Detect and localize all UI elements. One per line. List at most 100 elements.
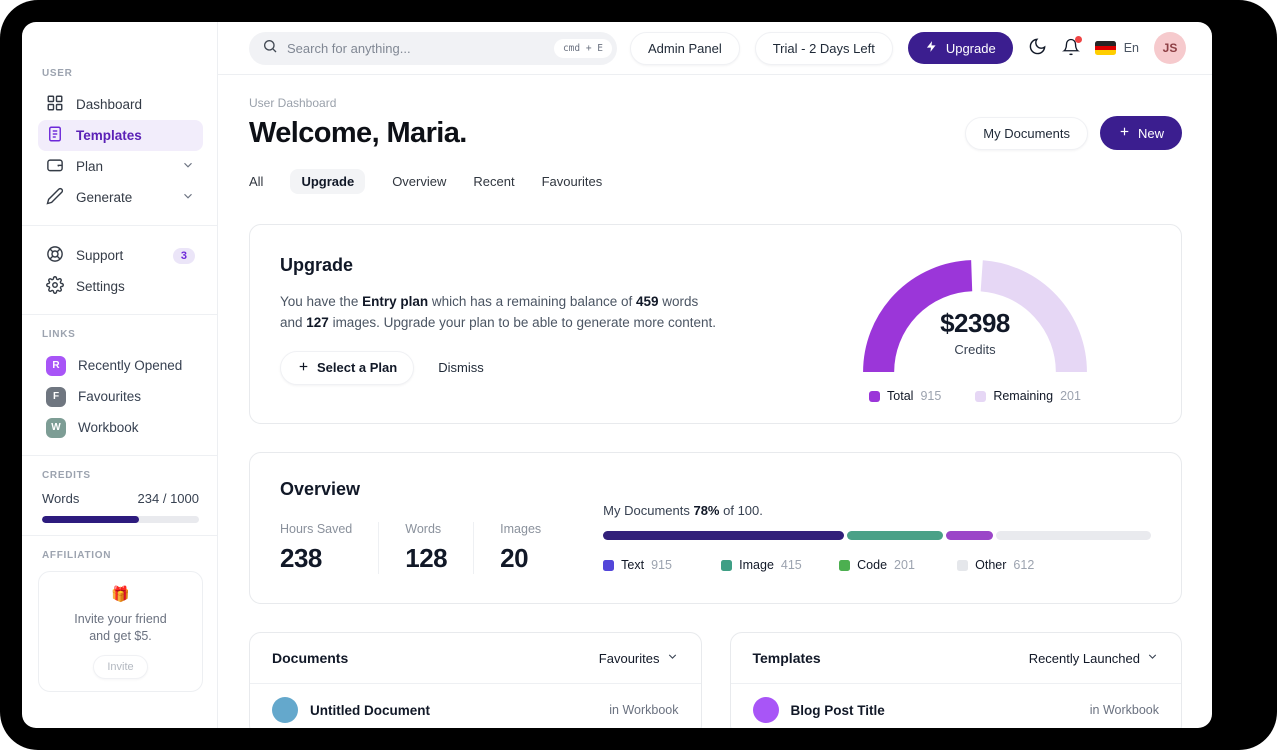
sidebar-section-credits: CREDITS — [42, 470, 91, 481]
credits-gauge: $2398 Credits Total 915 Remaining 201 — [845, 255, 1105, 403]
sidebar-link-favourites[interactable]: F Favourites — [38, 381, 203, 412]
template-row[interactable]: Blog Post Title in Workbook — [731, 684, 1182, 728]
sidebar-item-label: Generate — [76, 190, 133, 205]
notifications-button[interactable] — [1061, 35, 1082, 59]
chevron-down-icon — [181, 189, 195, 206]
document-row[interactable]: Untitled Document in Workbook — [250, 684, 701, 728]
divider — [22, 225, 217, 226]
topbar: cmd + E Admin Panel Trial - 2 Days Left … — [218, 22, 1212, 75]
sidebar-section-links: LINKS — [42, 329, 76, 340]
notification-dot — [1074, 35, 1082, 43]
gear-icon — [46, 276, 64, 297]
sidebar-item-support[interactable]: Support 3 — [38, 240, 203, 271]
divider — [22, 535, 217, 536]
credits-progress-bar — [42, 516, 199, 523]
sidebar-item-label: Settings — [76, 279, 125, 294]
link-initial-badge: F — [46, 386, 66, 407]
wallet-icon — [46, 156, 64, 177]
sidebar-link-label: Workbook — [78, 420, 139, 435]
legend-swatch — [975, 390, 987, 402]
app-window: USER Dashboard Templates Plan Generate S… — [22, 22, 1212, 728]
divider — [22, 314, 217, 315]
sidebar-item-settings[interactable]: Settings — [38, 271, 203, 302]
lightning-bolt-icon — [925, 40, 938, 56]
stat-images: Images 20 — [473, 522, 567, 574]
device-frame: USER Dashboard Templates Plan Generate S… — [0, 0, 1277, 750]
user-avatar[interactable]: JS — [1154, 32, 1186, 64]
overview-card-title: Overview — [280, 479, 361, 499]
gauge-value: $2398 — [940, 308, 1010, 338]
bar-segment-other — [995, 531, 1151, 540]
tab-overview[interactable]: Overview — [392, 169, 446, 194]
pencil-icon — [46, 187, 64, 208]
template-avatar — [752, 697, 779, 723]
documents-card: Documents Favourites Untitled Document i… — [249, 632, 702, 728]
trial-status-button[interactable]: Trial - 2 Days Left — [754, 31, 893, 65]
new-button[interactable]: New — [1099, 116, 1182, 150]
link-initial-badge: R — [46, 355, 66, 376]
legend-swatch — [839, 559, 851, 571]
invite-friend-card: 🎁 Invite your friend and get $5. Invite — [38, 571, 203, 692]
my-documents-button[interactable]: My Documents — [965, 116, 1088, 150]
select-plan-button[interactable]: Select a Plan — [280, 350, 415, 385]
documents-progress-label: My Documents 78% of 100. — [603, 503, 763, 518]
upgrade-card-body: You have the Entry plan which has a rema… — [280, 294, 717, 331]
templates-filter-dropdown[interactable]: Recently Launched — [1029, 650, 1159, 666]
invite-text-line1: Invite your friend — [74, 612, 167, 627]
credits-progress-fill — [42, 516, 140, 523]
templates-card-title: Templates — [752, 650, 821, 666]
bar-segment-text — [603, 531, 845, 540]
invite-text-line2: and get $5. — [89, 629, 152, 644]
stat-words: Words 128 — [378, 522, 473, 574]
divider — [22, 455, 217, 456]
link-initial-badge: W — [46, 417, 66, 438]
legend-swatch — [721, 559, 733, 571]
sidebar-item-generate[interactable]: Generate — [38, 182, 203, 213]
page-content: User Dashboard Welcome, Maria. My Docume… — [218, 75, 1212, 728]
bar-segment-code — [946, 531, 993, 540]
search-bar[interactable]: cmd + E — [249, 31, 617, 65]
dismiss-button[interactable]: Dismiss — [432, 352, 490, 383]
template-location: in Workbook — [1089, 703, 1159, 717]
legend-swatch — [869, 390, 881, 402]
gift-icon: 🎁 — [111, 586, 130, 603]
invite-button[interactable]: Invite — [93, 655, 148, 679]
tab-all[interactable]: All — [249, 169, 263, 194]
sidebar-item-templates[interactable]: Templates — [38, 120, 203, 151]
german-flag-icon[interactable] — [1094, 41, 1116, 55]
upgrade-button[interactable]: Upgrade — [907, 32, 1013, 64]
documents-filter-dropdown[interactable]: Favourites — [599, 650, 679, 666]
tab-upgrade[interactable]: Upgrade — [290, 169, 366, 194]
grid-icon — [46, 94, 64, 115]
search-input[interactable] — [287, 40, 545, 56]
tab-recent[interactable]: Recent — [473, 169, 514, 194]
legend-swatch — [957, 559, 969, 571]
tab-favourites[interactable]: Favourites — [542, 169, 603, 194]
admin-panel-button[interactable]: Admin Panel — [630, 31, 740, 65]
sidebar-link-recently-opened[interactable]: R Recently Opened — [38, 350, 203, 381]
moon-icon — [1028, 37, 1047, 59]
chevron-down-icon — [1146, 650, 1159, 666]
chevron-down-icon — [181, 158, 195, 175]
credits-words-value: 234 / 1000 — [137, 491, 199, 506]
templates-card: Templates Recently Launched Blog Post Ti… — [729, 632, 1182, 728]
sidebar-item-dashboard[interactable]: Dashboard — [38, 89, 203, 120]
sidebar-item-label: Support — [76, 248, 124, 263]
sidebar-item-label: Plan — [76, 159, 104, 174]
legend-item-total: Total 915 — [869, 389, 941, 403]
stat-hours-saved: Hours Saved 238 — [280, 522, 353, 573]
sidebar-item-plan[interactable]: Plan — [38, 151, 203, 182]
stacked-bar-chart — [603, 531, 1151, 540]
document-location: in Workbook — [609, 703, 679, 717]
documents-card-title: Documents — [272, 650, 349, 666]
sidebar-link-workbook[interactable]: W Workbook — [38, 412, 203, 443]
document-name: Untitled Document — [310, 702, 430, 718]
sidebar-section-user: USER — [42, 68, 73, 79]
legend-item-code: Code 201 — [839, 558, 957, 572]
legend-item-remaining: Remaining 201 — [975, 389, 1081, 403]
language-label[interactable]: En — [1124, 41, 1139, 55]
sidebar-item-label: Dashboard — [76, 97, 143, 112]
dark-mode-toggle[interactable] — [1028, 37, 1047, 59]
sidebar-link-label: Favourites — [78, 389, 142, 404]
legend-item-text: Text 915 — [603, 558, 721, 572]
